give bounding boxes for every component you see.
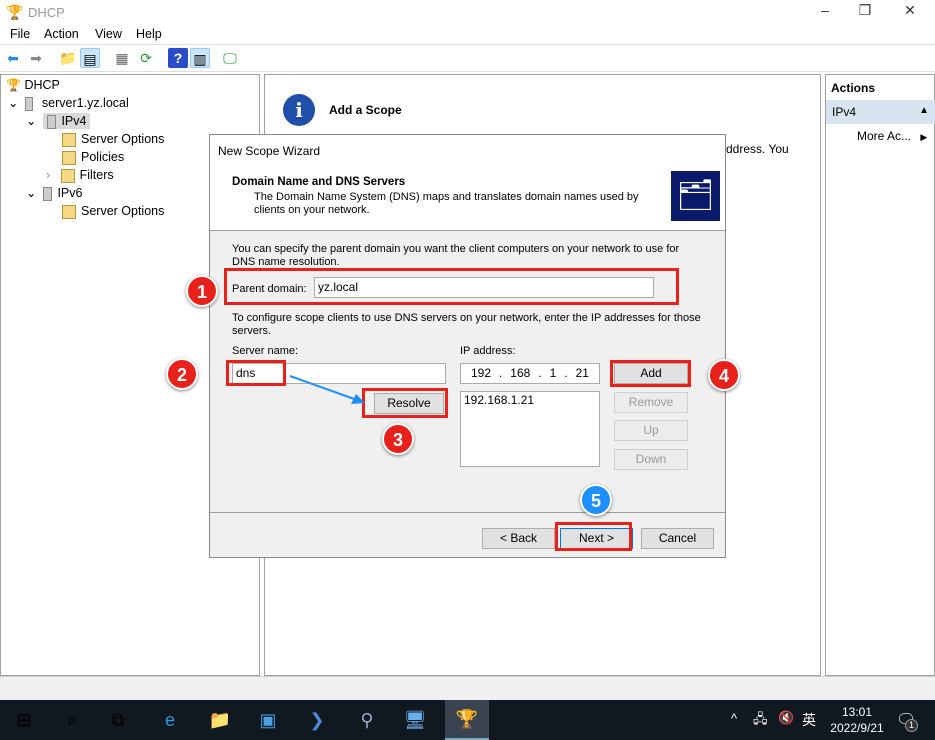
collapse-icon[interactable]: ▲ — [919, 105, 929, 116]
tools-icon[interactable]: 🖥 — [403, 708, 427, 732]
help-icon[interactable]: ? — [168, 48, 188, 68]
refresh-icon[interactable]: ⟳ — [136, 48, 156, 68]
dhcp-icon: 🏆 — [455, 709, 479, 729]
tree-filters[interactable]: › Filters — [46, 166, 114, 184]
title-bar — [0, 0, 935, 24]
annotation-badge-1: 1 — [186, 275, 218, 307]
dhcp-taskbar-button[interactable]: 🏆 — [445, 700, 489, 740]
annotation-badge-2: 2 — [166, 358, 198, 390]
status-bar — [0, 676, 935, 700]
minimize-button[interactable]: – — [805, 2, 845, 22]
separator — [210, 512, 725, 513]
tree-dhcp[interactable]: 🏆 DHCP — [6, 76, 60, 94]
ip-address-input[interactable]: 192. 168. 1. 21 — [460, 363, 600, 384]
search-icon[interactable]: ⌕ — [60, 708, 84, 732]
tree-ipv4[interactable]: ⌄ IPv4 — [26, 112, 91, 130]
server-check-icon — [43, 186, 53, 201]
annotation-badge-5: 5 — [580, 484, 612, 516]
volume-muted-icon[interactable]: 🔇 — [778, 710, 794, 726]
chevron-down-icon[interactable]: ⌄ — [8, 96, 18, 110]
tree-policies[interactable]: Policies — [62, 148, 124, 166]
tree-server-options[interactable]: Server Options — [62, 130, 164, 148]
date: 2022/9/21 — [830, 721, 884, 735]
actions-header: Actions — [831, 81, 876, 95]
chevron-down-icon[interactable]: ⌄ — [26, 114, 36, 128]
network-warning-icon[interactable]: 🖧 — [753, 710, 768, 732]
folders-icon: 🗂 — [671, 171, 720, 221]
ip-address-label: IP address: — [460, 345, 516, 357]
annotation-badge-4: 4 — [708, 359, 740, 391]
folder-icon — [62, 204, 76, 219]
actions-pane — [825, 74, 935, 676]
remove-button[interactable]: Remove — [614, 392, 688, 413]
notification-icon[interactable]: 🗨1 — [896, 710, 918, 732]
file-explorer-icon[interactable]: 📁 — [208, 708, 232, 732]
server-name-label: Server name: — [232, 345, 299, 357]
notification-count: 1 — [905, 719, 918, 732]
show-hidden-icons[interactable]: ^ — [731, 711, 737, 726]
ip-address-list[interactable]: 192.168.1.21 — [460, 391, 600, 467]
menu-action[interactable]: Action — [44, 27, 79, 41]
config-text: To configure scope clients to use DNS se… — [232, 312, 701, 337]
back-button[interactable]: < Back — [482, 528, 555, 549]
highlight-parent-domain — [224, 268, 679, 305]
tree-ipv6-server-options[interactable]: Server Options — [62, 202, 164, 220]
add-scope-text: ddress. You — [726, 142, 789, 156]
filter-icon — [60, 168, 75, 183]
wizard-heading: Domain Name and DNS Servers — [232, 176, 406, 188]
list-item[interactable]: 192.168.1.21 — [464, 392, 599, 408]
menu-file[interactable]: File — [10, 27, 30, 41]
up-button[interactable]: Up — [614, 420, 688, 441]
dhcp-icon: 🏆 — [6, 78, 21, 92]
chevron-right-icon: ▶ — [920, 132, 928, 142]
show-hide-tree-icon[interactable]: ▤ — [80, 48, 100, 68]
folder-icon — [62, 150, 76, 165]
wizard-subheading: The Domain Name System (DNS) maps and tr… — [254, 191, 639, 216]
server-icon — [25, 96, 34, 111]
server-manager-icon[interactable]: ▣ — [256, 708, 280, 732]
start-icon[interactable]: ⊞ — [12, 708, 36, 732]
dhcp-app-icon: 🏆 — [6, 4, 24, 20]
properties-icon[interactable]: ▦ — [112, 48, 132, 68]
cancel-button[interactable]: Cancel — [641, 528, 714, 549]
dialog-title: New Scope Wizard — [218, 144, 321, 158]
window-title: DHCP — [28, 5, 65, 20]
restore-button[interactable]: ❐ — [845, 2, 885, 22]
powershell-icon[interactable]: ❯ — [305, 708, 329, 732]
monitor-icon[interactable]: 🖵 — [220, 48, 240, 68]
network-icon[interactable]: ⚲ — [355, 708, 379, 732]
up-folder-icon[interactable]: 📁 — [58, 48, 78, 68]
arrow-annotation — [289, 375, 365, 404]
more-actions[interactable]: More Ac... ▶ — [857, 129, 927, 143]
forward-icon[interactable]: ➡ — [26, 48, 46, 68]
time: 13:01 — [841, 705, 873, 719]
tree-server[interactable]: ⌄ server1.yz.local — [8, 94, 129, 112]
info-icon: i — [283, 94, 315, 126]
new-scope-wizard-dialog: New Scope Wizard Domain Name and DNS Ser… — [209, 134, 726, 558]
highlight-next — [555, 522, 632, 551]
tree-ipv6[interactable]: ⌄ IPv6 — [26, 184, 82, 202]
ie-icon[interactable]: e — [158, 708, 182, 732]
ime-indicator[interactable]: 英 — [802, 710, 816, 730]
down-button[interactable]: Down — [614, 449, 688, 470]
folder-icon — [62, 132, 76, 147]
add-scope-title: Add a Scope — [329, 103, 402, 117]
intro-text: You can specify the parent domain you wa… — [232, 243, 680, 268]
highlight-server-name — [226, 360, 286, 386]
menu-help[interactable]: Help — [136, 27, 162, 41]
task-view-icon[interactable]: ⧉ — [106, 708, 130, 732]
chevron-down-icon[interactable]: ⌄ — [26, 186, 36, 200]
chevron-right-icon[interactable]: › — [46, 168, 50, 182]
action-pane-icon[interactable]: ▥ — [190, 48, 210, 68]
close-button[interactable]: ✕ — [890, 2, 930, 22]
clock[interactable]: 13:01 2022/9/21 — [826, 704, 888, 736]
annotation-badge-3: 3 — [382, 423, 414, 455]
highlight-add — [610, 360, 691, 387]
back-icon[interactable]: ⬅ — [3, 48, 23, 68]
menu-view[interactable]: View — [95, 27, 122, 41]
actions-section-ipv4[interactable]: IPv4 ▲ — [826, 100, 935, 124]
server-check-icon — [47, 114, 57, 129]
